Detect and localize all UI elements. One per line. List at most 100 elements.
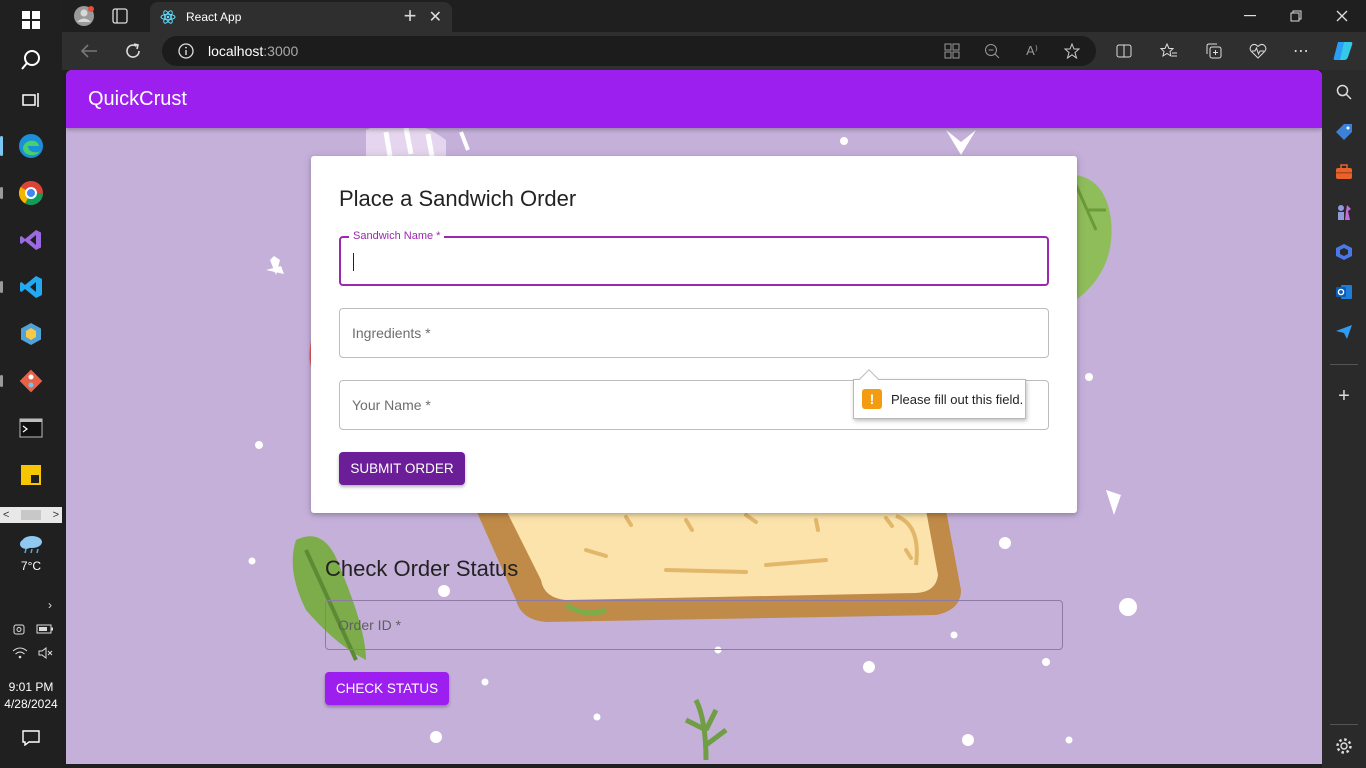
address-bar[interactable]: localhost:3000 A⁾: [162, 36, 1096, 66]
search-button[interactable]: [8, 40, 54, 80]
speaker-muted-icon[interactable]: [38, 646, 54, 660]
copilot-button[interactable]: [1330, 38, 1356, 64]
taskbar: < > 7°C › 9:01 PM 4/28/2024: [0, 0, 62, 768]
plus-icon: +: [1338, 384, 1350, 407]
read-aloud-button[interactable]: A⁾: [1022, 41, 1042, 61]
chevron-right-icon[interactable]: ›: [48, 598, 52, 612]
zoom-button[interactable]: [982, 41, 1002, 61]
plus-icon: +: [403, 3, 417, 28]
taskbar-app-terminal[interactable]: [8, 408, 54, 448]
taskbar-app-visual-studio[interactable]: [8, 220, 54, 260]
battery-icon[interactable]: [36, 623, 54, 635]
validation-message: Please fill out this field.: [891, 391, 1024, 407]
ingredients-field[interactable]: Ingredients *: [339, 308, 1049, 358]
clock-time: 9:01 PM: [8, 680, 54, 694]
terminal-icon: [19, 418, 43, 438]
split-screen-button[interactable]: [1114, 41, 1134, 61]
tray-row-2: [12, 646, 54, 660]
scroll-left-icon[interactable]: <: [3, 509, 9, 521]
sidebar-shopping-button[interactable]: [1332, 120, 1356, 144]
site-info-icon[interactable]: [178, 43, 194, 59]
order-id-field[interactable]: Order ID *: [325, 600, 1063, 650]
tab-title: React App: [186, 10, 242, 24]
weather-widget[interactable]: 7°C: [0, 534, 62, 573]
refresh-icon: [126, 43, 140, 58]
refresh-button[interactable]: [122, 40, 144, 62]
scroll-thumb[interactable]: [21, 510, 41, 520]
more-options-icon: ⋯: [1293, 43, 1309, 60]
restore-button[interactable]: [1284, 6, 1308, 26]
sidebar-games-button[interactable]: [1332, 200, 1356, 224]
tab-actions-icon: [112, 8, 128, 24]
app-grid-icon: [944, 43, 960, 59]
taskbar-app-chrome[interactable]: [0, 173, 54, 213]
heart-pulse-icon: [1249, 43, 1267, 59]
weather-temperature: 7°C: [20, 559, 42, 573]
visual-studio-icon: [20, 230, 41, 250]
taskbar-app-vscode[interactable]: [0, 267, 54, 307]
new-tab-button[interactable]: +: [398, 3, 422, 28]
system-clock[interactable]: 9:01 PM 4/28/2024: [0, 679, 62, 713]
taskbar-app-sticky-notes[interactable]: [8, 455, 54, 495]
text-caret: [353, 253, 354, 271]
outlook-icon: [1336, 285, 1352, 299]
app-title[interactable]: QuickCrust: [88, 88, 187, 111]
taskbar-app-git[interactable]: [0, 361, 54, 401]
check-status-button[interactable]: CHECK STATUS: [325, 672, 449, 705]
profile-button[interactable]: [72, 4, 96, 28]
sidebar-outlook-button[interactable]: [1332, 280, 1356, 304]
close-window-button[interactable]: [1330, 6, 1354, 26]
taskbar-app-hex[interactable]: [8, 314, 54, 354]
sidebar-m365-button[interactable]: [1332, 240, 1356, 264]
sidebar-settings-button[interactable]: [1332, 734, 1356, 758]
start-button[interactable]: [8, 0, 54, 40]
scroll-right-icon[interactable]: >: [53, 509, 59, 521]
edge-icon: [19, 134, 43, 158]
notifications-button[interactable]: [8, 718, 54, 758]
taskbar-app-edge[interactable]: [0, 126, 54, 166]
submit-order-button[interactable]: SUBMIT ORDER: [339, 452, 465, 485]
task-view-button[interactable]: [8, 80, 54, 120]
task-view-icon: [22, 93, 39, 107]
url-port: :3000: [263, 43, 299, 59]
validation-tooltip: ! Please fill out this field.: [853, 379, 1026, 419]
app-bar: QuickCrust: [66, 70, 1322, 128]
taskbar-scrollbar[interactable]: < >: [0, 507, 62, 523]
chrome-icon: [18, 181, 43, 206]
cloud-rain-icon: [20, 536, 42, 554]
meet-now-icon[interactable]: [12, 622, 26, 636]
gear-icon: [1336, 738, 1352, 754]
sandwich-name-field[interactable]: Sandwich Name *: [339, 230, 1049, 286]
browser-essentials-button[interactable]: [1248, 41, 1268, 61]
tray-overflow[interactable]: ›: [12, 598, 54, 612]
tab-actions-button[interactable]: [110, 6, 130, 26]
sidebar-tools-button[interactable]: [1332, 160, 1356, 184]
status-heading: Check Order Status: [325, 556, 519, 581]
sidebar-add-button[interactable]: +: [1332, 384, 1356, 408]
ingredients-placeholder: Ingredients *: [352, 325, 431, 341]
favorite-button[interactable]: [1062, 41, 1082, 61]
profile-avatar-icon: [74, 6, 94, 26]
favorites-button[interactable]: [1159, 41, 1179, 61]
minimize-icon: [1244, 15, 1256, 17]
search-icon: [21, 50, 40, 70]
tray-row-1: [12, 622, 54, 636]
hexagon-app-icon: [21, 323, 41, 345]
app-available-button[interactable]: [942, 41, 962, 61]
sidebar-divider: [1330, 364, 1358, 365]
minimize-button[interactable]: [1238, 6, 1262, 26]
page-viewport: QuickCrust Place a Sandwich Order Sandwi…: [66, 70, 1322, 764]
url-text[interactable]: localhost:3000: [208, 43, 298, 59]
sidebar-send-button[interactable]: [1332, 320, 1356, 344]
collections-icon: [1206, 43, 1222, 59]
close-tab-icon[interactable]: ✕: [429, 7, 442, 27]
read-aloud-icon: A⁾: [1026, 43, 1038, 58]
sidebar-search-button[interactable]: [1332, 80, 1356, 104]
back-button[interactable]: [78, 40, 100, 62]
wifi-icon[interactable]: [12, 646, 28, 660]
browser-toolbar: localhost:3000 A⁾ ⋯: [62, 32, 1366, 70]
settings-menu-button[interactable]: ⋯: [1291, 41, 1311, 61]
collections-button[interactable]: [1204, 41, 1224, 61]
copilot-icon: [1333, 42, 1353, 60]
order-form-card: Place a Sandwich Order Sandwich Name * I…: [311, 156, 1077, 513]
